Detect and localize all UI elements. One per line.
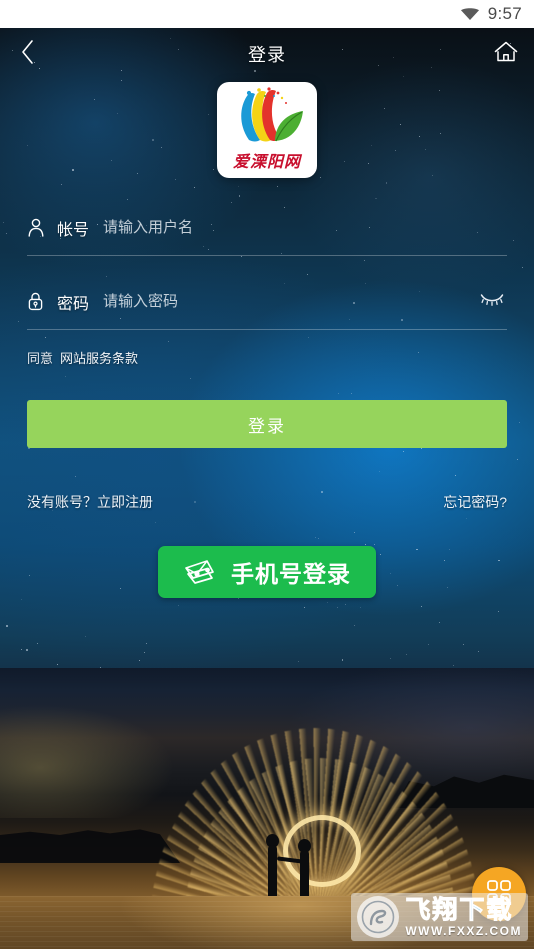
status-bar: 9:57 xyxy=(0,0,534,28)
login-screen: 9:57 登录 爱溧阳网 帐号 请输入用户名 密码 同意 网站服务条款 登录 没… xyxy=(0,0,534,949)
wifi-icon xyxy=(460,7,480,21)
forgot-password-link[interactable]: 忘记密码? xyxy=(443,492,507,512)
account-input[interactable] xyxy=(103,219,507,236)
lock-icon xyxy=(27,292,57,311)
register-link[interactable]: 没有账号？立即注册 xyxy=(27,492,153,512)
fxxz-logo-icon xyxy=(357,896,400,938)
phone-login-label: 手机号登录 xyxy=(231,561,351,587)
spark-ring xyxy=(283,815,361,887)
eye-closed-icon xyxy=(480,292,504,311)
logo-artwork-icon xyxy=(241,87,303,142)
watermark-url: WWW.FXXZ.COM xyxy=(405,923,522,938)
phone-login-container: 手机号登录 xyxy=(0,546,534,598)
auth-links-row: 没有账号？立即注册 忘记密码? xyxy=(27,492,507,512)
password-visibility-toggle[interactable] xyxy=(477,287,507,317)
logo-brand-text: 爱溧阳网 xyxy=(232,154,301,171)
phone-login-button[interactable]: 手机号登录 xyxy=(158,546,376,598)
account-label: 帐号 xyxy=(57,221,90,239)
watermark-text: 飞翔下载 WWW.FXXZ.COM xyxy=(405,895,522,938)
logo-container: 爱溧阳网 xyxy=(0,82,534,178)
figure-a-body xyxy=(268,845,277,903)
watermark-title: 飞翔下载 xyxy=(405,895,514,924)
app-logo: 爱溧阳网 xyxy=(217,82,317,178)
agreement-prefix: 同意 xyxy=(27,351,54,366)
login-form: 帐号 密码 xyxy=(0,200,534,330)
agreement-row[interactable]: 同意 网站服务条款 xyxy=(27,348,138,367)
account-field-row[interactable]: 帐号 xyxy=(27,200,507,256)
password-input[interactable] xyxy=(103,293,477,310)
chevron-left-icon xyxy=(20,39,36,70)
home-icon xyxy=(493,40,519,69)
home-button[interactable] xyxy=(478,28,534,80)
status-time: 9:57 xyxy=(487,4,522,23)
person-icon xyxy=(27,218,57,237)
watermark: 飞翔下载 WWW.FXXZ.COM xyxy=(351,893,528,941)
terms-link[interactable]: 网站服务条款 xyxy=(60,348,138,367)
password-field-row[interactable]: 密码 xyxy=(27,274,507,330)
back-button[interactable] xyxy=(0,28,56,80)
page-title: 登录 xyxy=(248,45,286,65)
app-header: 登录 xyxy=(0,28,534,80)
message-cards-icon xyxy=(183,553,221,592)
login-button[interactable]: 登录 xyxy=(27,400,507,448)
password-label: 密码 xyxy=(57,295,90,313)
